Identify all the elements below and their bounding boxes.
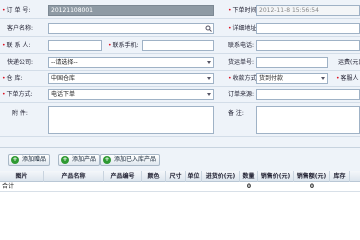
contact-field[interactable] — [48, 40, 102, 51]
customer-field[interactable] — [48, 23, 214, 34]
add-icon: + — [11, 156, 19, 164]
col-header-sales-amount[interactable]: 销售额(元) — [294, 171, 330, 182]
express-label: 快递公司: — [7, 59, 34, 66]
total-quantity: 0 — [246, 183, 252, 190]
lookup-icon[interactable] — [205, 25, 212, 32]
tracking-label: 货运单号: — [228, 59, 255, 66]
mobile-label: •联系手机: — [108, 42, 139, 49]
customer-label: 客户名称: — [7, 25, 34, 32]
payment-select[interactable]: 货到付款 — [256, 73, 328, 84]
col-header-size[interactable]: 尺寸 — [166, 171, 186, 182]
grid-header: 图片 产品名称 产品编号 颜色 尺寸 单位 进货价(元) 数量 销售价(元) 销… — [0, 171, 360, 182]
order-source-label: 订单来源: — [228, 91, 255, 98]
remark-label: 备 注: — [228, 110, 244, 117]
product-grid: 图片 产品名称 产品编号 颜色 尺寸 单位 进货价(元) 数量 销售价(元) 销… — [0, 171, 360, 240]
col-header-product-code[interactable]: 产品编号 — [104, 171, 142, 182]
attachment-label: 附 件: — [12, 110, 28, 117]
order-time-label: •下单时间: — [228, 7, 259, 14]
col-header-stock[interactable]: 库存 — [330, 171, 350, 182]
tracking-field[interactable] — [256, 57, 328, 68]
add-product-label: 添加产品 — [72, 156, 97, 163]
order-time-field[interactable]: 2012-11-8 15:56:54 — [256, 5, 360, 16]
add-product-button[interactable]: + 添加产品 — [58, 154, 101, 166]
col-header-image[interactable]: 图片 — [0, 171, 44, 182]
form-row-order-method: •下单方式: 电话下单 订单来源: — [0, 87, 360, 103]
warehouse-select[interactable]: 中国仓库 — [48, 73, 214, 84]
form-row-express: 快递公司: --请选择-- 货运单号: 运费(元) — [0, 55, 360, 71]
add-icon: + — [103, 156, 111, 164]
remark-textarea[interactable] — [256, 106, 360, 134]
phone-field[interactable] — [256, 40, 360, 51]
order-source-field[interactable] — [256, 89, 360, 100]
attachment-area[interactable] — [48, 106, 214, 134]
grid-body — [0, 192, 360, 240]
form-row-contact: •联 系 人: •联系手机: 联系电话: — [0, 38, 360, 54]
total-label: 合计 — [2, 183, 15, 190]
product-toolbar: + 添加赠品 + 添加产品 + 添加已入库产品 — [0, 147, 360, 171]
form-row-warehouse: •仓 库: 中国仓库 •收款方式: 货到付款 •客服人 — [0, 71, 360, 87]
form-row-attachment: 附 件: 备 注: — [0, 104, 360, 137]
form-row-customer: 客户名称: •详细地址: — [0, 21, 360, 37]
add-gift-label: 添加赠品 — [22, 156, 47, 163]
total-sales: 0 — [309, 183, 315, 190]
address-label: •详细地址: — [228, 25, 259, 32]
col-header-color[interactable]: 颜色 — [142, 171, 166, 182]
col-header-sale-price[interactable]: 销售价(元) — [258, 171, 294, 182]
payment-label: •收款方式: — [228, 75, 259, 82]
grid-total-row: 合计 0 0 — [0, 182, 360, 192]
warehouse-label: •仓 库: — [2, 75, 23, 82]
customer-service-label: •客服人 — [336, 75, 359, 82]
phone-label: 联系电话: — [228, 42, 255, 49]
order-no-label: •订 单 号: — [2, 7, 31, 14]
order-no-field[interactable]: 20121108001 — [48, 5, 214, 16]
add-gift-button[interactable]: + 添加赠品 — [8, 154, 51, 166]
col-header-unit[interactable]: 单位 — [186, 171, 202, 182]
freight-label: 运费(元) — [338, 59, 360, 66]
form-row-order: •订 单 号: 20121108001 •下单时间: 2012-11-8 15:… — [0, 3, 360, 19]
express-select[interactable]: --请选择-- — [48, 57, 214, 68]
contact-label: •联 系 人: — [2, 42, 31, 49]
add-icon: + — [61, 156, 69, 164]
col-header-product-name[interactable]: 产品名称 — [44, 171, 104, 182]
order-method-label: •下单方式: — [2, 91, 33, 98]
order-form: •订 单 号: 20121108001 •下单时间: 2012-11-8 15:… — [0, 0, 360, 147]
address-field[interactable] — [256, 23, 360, 34]
order-method-select[interactable]: 电话下单 — [48, 89, 214, 100]
add-stocked-product-button[interactable]: + 添加已入库产品 — [100, 154, 161, 166]
mobile-field[interactable] — [142, 40, 214, 51]
add-stocked-product-label: 添加已入库产品 — [114, 156, 157, 163]
col-header-cost-price[interactable]: 进货价(元) — [202, 171, 240, 182]
col-header-quantity[interactable]: 数量 — [240, 171, 258, 182]
